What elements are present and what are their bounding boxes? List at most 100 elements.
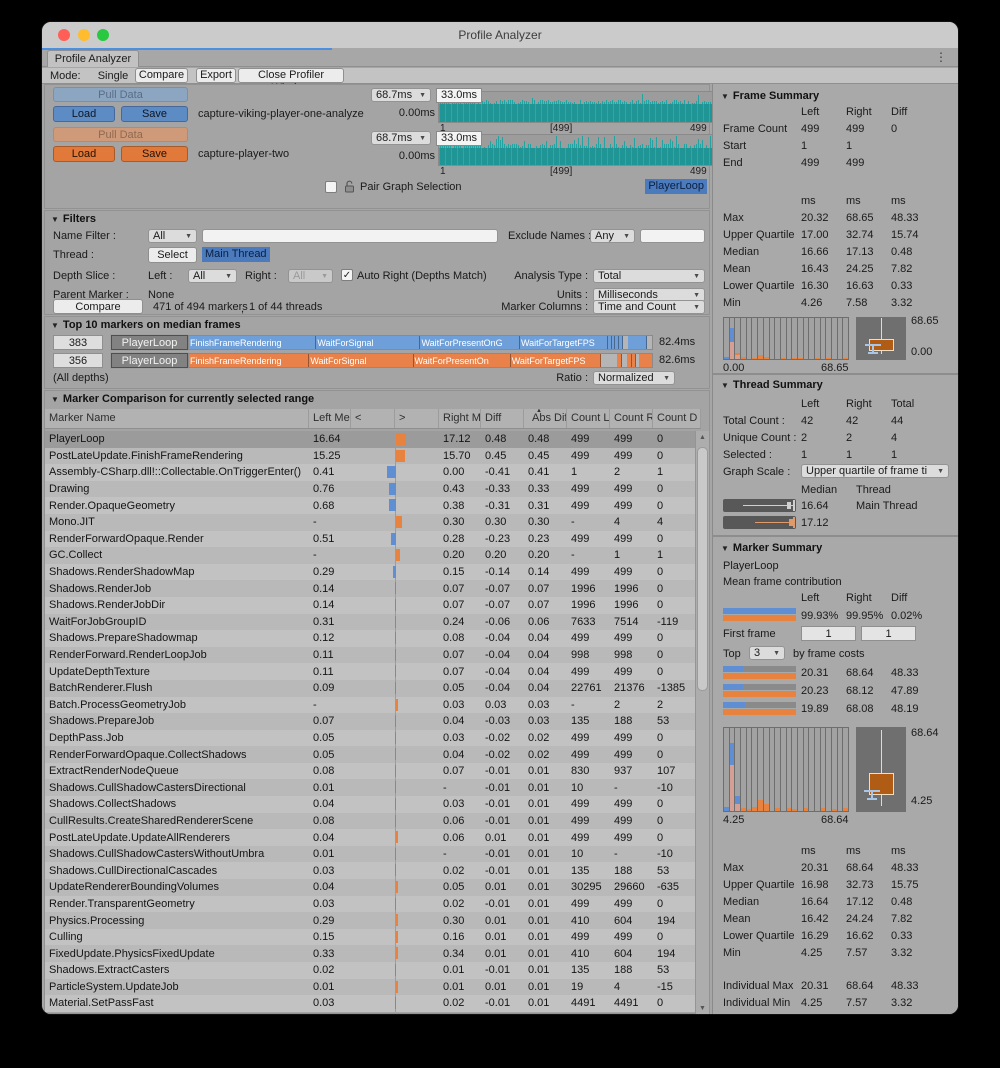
table-row[interactable]: Shadows.CullShadowCastersWithoutUmbra0.0… [45, 846, 701, 863]
name-filter-mode-dropdown[interactable]: All▼ [148, 229, 197, 243]
table-row[interactable]: GC.Collect-0.200.200.20-11 [45, 547, 701, 564]
marker-segment[interactable]: FinishFrameRendering [189, 354, 309, 367]
marker-segment[interactable]: FinishFrameRendering [189, 336, 316, 349]
table-row[interactable]: Shadows.CullDirectionalCascades0.030.02-… [45, 862, 701, 879]
col-count-right[interactable]: Count R [610, 409, 653, 428]
table-row[interactable]: PostLateUpdate.UpdateAllRenderers0.040.0… [45, 829, 701, 846]
save-left-button[interactable]: Save [121, 106, 188, 122]
tab-profile-analyzer[interactable]: Profile Analyzer [47, 50, 139, 67]
table-row[interactable]: Shadows.PrepareShadowmap0.120.08-0.040.0… [45, 630, 701, 647]
graph-scale-dropdown[interactable]: Upper quartile of frame ti▼ [801, 464, 949, 478]
marker-columns-dropdown[interactable]: Time and Count▼ [593, 300, 705, 314]
thread-range-bar[interactable] [723, 499, 796, 512]
table-row[interactable]: PostLateUpdate.FinishFrameRendering15.25… [45, 448, 701, 465]
depth-left-dropdown[interactable]: All▼ [188, 269, 237, 283]
table-row[interactable]: UpdateDepthTexture0.110.07-0.040.0449949… [45, 663, 701, 680]
thread-range-bar[interactable] [723, 516, 796, 529]
compare-button[interactable]: Compare [53, 299, 143, 314]
mode-compare-button[interactable]: Compare [135, 68, 188, 83]
table-row[interactable]: Shadows.RenderJobDir0.140.07-0.070.07199… [45, 597, 701, 614]
col-right-bar[interactable]: > [395, 409, 439, 428]
range-left-dropdown[interactable]: 68.7ms▼ [371, 88, 431, 102]
export-button[interactable]: Export [196, 68, 236, 83]
first-frame-right-button[interactable]: 1 [861, 626, 916, 641]
table-row[interactable]: Render.OpaqueGeometry0.680.38-0.310.3149… [45, 497, 701, 514]
table-row[interactable]: UpdateRendererBoundingVolumes0.040.050.0… [45, 879, 701, 896]
marker-segment[interactable] [639, 354, 653, 367]
name-filter-input[interactable] [202, 229, 498, 243]
exclude-mode-dropdown[interactable]: Any▼ [590, 229, 635, 243]
table-row[interactable]: Drawing0.760.43-0.330.334994990 [45, 481, 701, 498]
marker-segment[interactable] [628, 336, 647, 349]
thread-select-button[interactable]: Select [148, 247, 197, 263]
foldout-icon[interactable]: ▼ [721, 92, 729, 101]
col-abs-diff[interactable]: ▲Abs Diff [524, 409, 567, 428]
table-row[interactable]: Shadows.CullShadowCastersDirectional0.01… [45, 779, 701, 796]
threshold-right-badge[interactable]: 33.0ms [436, 131, 482, 146]
auto-right-checkbox[interactable]: ✓ [341, 269, 353, 281]
table-row[interactable]: BatchRenderer.Flush0.090.05-0.040.042276… [45, 680, 701, 697]
load-left-button[interactable]: Load [53, 106, 115, 122]
col-diff[interactable]: Diff [481, 409, 524, 428]
col-left-bar[interactable]: < [351, 409, 395, 428]
table-row[interactable]: Batch.ProcessGeometryJob-0.030.030.03-22 [45, 697, 701, 714]
range-right-dropdown[interactable]: 68.7ms▼ [371, 131, 431, 145]
top10-root-marker[interactable]: PlayerLoop [111, 353, 188, 368]
close-profiler-window-button[interactable]: Close Profiler Window [238, 68, 344, 83]
marker-segment[interactable]: WaitForTargetFPS [511, 354, 601, 367]
threshold-left-badge[interactable]: 33.0ms [436, 88, 482, 103]
table-row[interactable]: DepthPass.Job0.050.03-0.020.024994990 [45, 730, 701, 747]
table-row[interactable]: Physics.Processing0.290.300.010.01410604… [45, 912, 701, 929]
col-left-median[interactable]: Left Med [309, 409, 351, 428]
exclude-names-input[interactable] [640, 229, 705, 243]
marker-summary-histogram[interactable] [723, 727, 849, 812]
kebab-menu-icon[interactable]: ⋮ [935, 50, 947, 65]
pull-data-right-button[interactable]: Pull Data [53, 127, 188, 142]
table-row[interactable]: Material.SetPassFast0.030.02-0.010.01449… [45, 995, 701, 1012]
marker-segment[interactable]: WaitForPresentOnG [420, 336, 520, 349]
col-right-median[interactable]: Right Med [439, 409, 481, 428]
top-count-dropdown[interactable]: 3▼ [749, 646, 785, 660]
col-count-diff[interactable]: Count D [653, 409, 701, 428]
table-row[interactable]: RenderForward.RenderLoopJob0.110.07-0.04… [45, 647, 701, 664]
analysis-type-dropdown[interactable]: Total▼ [593, 269, 705, 283]
title-bar[interactable]: Profile Analyzer [42, 22, 958, 48]
top10-root-marker[interactable]: PlayerLoop [111, 335, 188, 350]
foldout-icon[interactable]: ▼ [51, 321, 59, 330]
foldout-icon[interactable]: ▼ [51, 395, 59, 404]
marker-segment[interactable]: WaitForTargetFPS [520, 336, 608, 349]
table-row[interactable]: ExtractRenderNodeQueue0.080.07-0.010.018… [45, 763, 701, 780]
table-row[interactable]: Shadows.RenderJob0.140.07-0.070.07199619… [45, 580, 701, 597]
marker-segment[interactable]: WaitForPresentOn [414, 354, 511, 367]
table-row[interactable]: Shadows.PrepareJob0.070.04-0.030.0313518… [45, 713, 701, 730]
mode-single-button[interactable]: Single [95, 70, 131, 82]
col-marker-name[interactable]: Marker Name [45, 409, 309, 428]
foldout-icon[interactable]: ▼ [51, 215, 59, 224]
table-row[interactable]: FixedUpdate.PhysicsFixedUpdate0.330.340.… [45, 945, 701, 962]
table-row[interactable]: RenderForwardOpaque.Render0.510.28-0.230… [45, 531, 701, 548]
top10-marker-track[interactable]: FinishFrameRenderingWaitForSignalWaitFor… [188, 353, 653, 368]
table-row[interactable]: Shadows.ExtractCasters0.020.01-0.010.011… [45, 962, 701, 979]
table-row[interactable]: PlayerLoop16.6417.120.480.484994990 [45, 431, 701, 448]
scroll-up-icon[interactable]: ▲ [696, 431, 709, 444]
frame-summary-histogram[interactable] [723, 317, 849, 360]
table-row[interactable]: Mono.JIT-0.300.300.30-44 [45, 514, 701, 531]
top10-frame-index[interactable]: 356 [53, 353, 103, 368]
table-row[interactable]: Culling0.150.160.010.014994990 [45, 929, 701, 946]
pull-data-left-button[interactable]: Pull Data [53, 87, 188, 102]
table-row[interactable]: Assembly-CSharp.dll!::Collectable.OnTrig… [45, 464, 701, 481]
marker-segment[interactable]: WaitForSignal [316, 336, 420, 349]
table-row[interactable]: Shadows.RenderShadowMap0.290.15-0.140.14… [45, 564, 701, 581]
table-row[interactable]: ParticleSystem.UpdateJob0.010.010.010.01… [45, 979, 701, 996]
top10-frame-index[interactable]: 383 [53, 335, 103, 350]
marker-segment[interactable]: WaitForSignal [309, 354, 413, 367]
vertical-scrollbar[interactable]: ▲ ▼ [695, 431, 709, 1014]
table-row[interactable]: WaitForJobGroupID0.310.24-0.060.06763375… [45, 614, 701, 631]
table-row[interactable]: Shadows.CollectShadows0.040.03-0.010.014… [45, 796, 701, 813]
foldout-icon[interactable]: ▼ [721, 544, 729, 553]
scrollbar-thumb[interactable] [697, 447, 708, 691]
load-right-button[interactable]: Load [53, 146, 115, 162]
table-row[interactable]: CullResults.CreateSharedRendererScene0.0… [45, 813, 701, 830]
foldout-icon[interactable]: ▼ [721, 381, 729, 390]
selected-marker-highlight[interactable]: PlayerLoop [645, 179, 707, 194]
